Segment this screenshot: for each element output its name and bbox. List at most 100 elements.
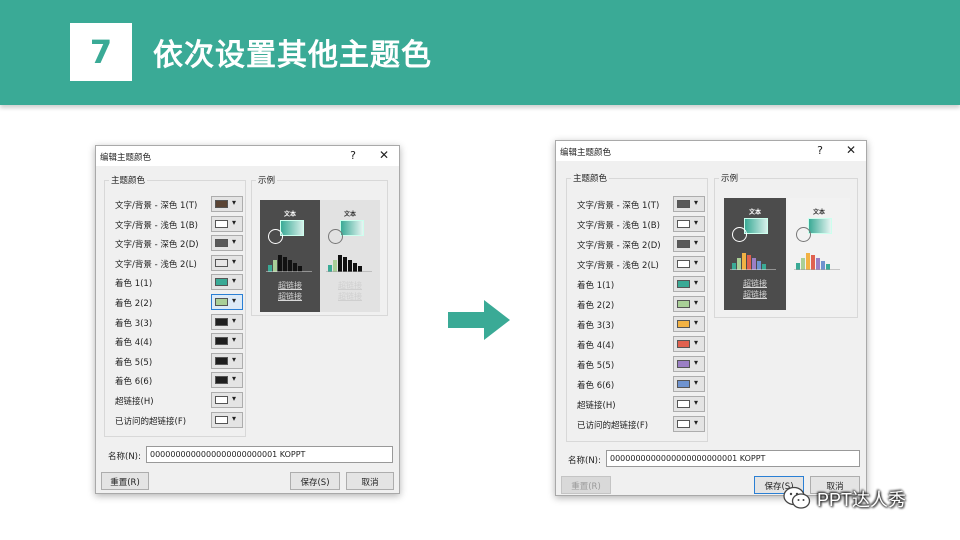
chevron-down-icon: ▾ [694,298,699,307]
color-swatch [677,400,690,408]
sample-bar [353,263,357,272]
color-picker-button[interactable]: ▾ [673,336,705,352]
chevron-down-icon: ▾ [232,394,237,403]
sample-text: 文本 [812,209,825,216]
dialog-title: 编辑主题颜色 [560,148,612,158]
color-picker-button[interactable]: ▾ [211,372,243,389]
chevron-down-icon: ▾ [232,413,237,423]
sample-bar [806,253,810,270]
chevron-down-icon: ▾ [232,354,237,364]
color-picker-button[interactable]: ▾ [211,313,243,330]
theme-color-row: 文字/背景 - 浅色 2(L) ▾ [577,256,705,272]
chevron-down-icon: ▾ [232,335,237,345]
sample-group-label: 示例 [258,176,276,186]
color-swatch [677,380,690,388]
chevron-down-icon: ▾ [694,378,699,387]
color-swatch [677,300,690,308]
color-picker-button[interactable]: ▾ [673,356,705,372]
theme-color-row: 超链接(H) ▾ [115,392,243,408]
theme-color-row: 着色 5(5) ▾ [577,356,705,372]
color-picker-button[interactable]: ▾ [673,256,705,272]
color-picker-button[interactable]: ▾ [673,316,705,332]
chevron-down-icon: ▾ [694,218,699,227]
theme-color-label: 已访问的超链接(F) [115,416,187,427]
name-label: 名称(N): [108,452,141,462]
reset-button[interactable]: 重置(R) [561,476,611,494]
theme-color-label: 着色 6(6) [577,381,615,391]
sample-visited-hyperlink: 超链接 [278,292,302,301]
theme-color-label: 着色 1(1) [115,279,153,290]
sample-bar [747,255,751,270]
color-picker-button[interactable]: ▾ [211,411,243,428]
color-picker-button[interactable]: ▾ [673,236,705,252]
sample-bar-chart [320,254,380,272]
color-swatch [677,240,690,248]
color-picker-button[interactable]: ▾ [211,352,243,369]
sample-bar [268,265,272,272]
chevron-down-icon: ▾ [694,198,699,207]
color-swatch [677,280,690,288]
theme-color-label: 着色 2(2) [115,299,153,309]
color-picker-button[interactable]: ▾ [673,216,705,232]
sample-preview-light: 文本 [788,198,850,310]
close-icon[interactable]: ✕ [379,148,389,162]
name-input[interactable]: 0000000000000000000000001 KOPPT [606,450,860,467]
sample-hyperlink: 超链接 [743,279,767,288]
color-picker-button[interactable]: ▾ [673,376,705,392]
save-button[interactable]: 保存(S) [290,472,340,490]
theme-color-label: 着色 6(6) [115,377,153,388]
sample-group: 示例 文本 超链接 超链接 文本 [714,172,858,318]
sample-shape [340,220,364,236]
color-picker-button[interactable]: ▾ [211,235,243,252]
theme-color-label: 文字/背景 - 深色 1(T) [115,201,198,211]
color-picker-button[interactable]: ▾ [211,196,243,212]
reset-button[interactable]: 重置(R) [101,472,149,490]
theme-color-row: 着色 5(5) ▾ [115,352,243,369]
help-button[interactable]: ? [350,149,356,162]
color-picker-button[interactable]: ▾ [211,333,243,350]
step-number: 7 [89,33,113,71]
theme-colors-group-label: 主题颜色 [573,174,608,184]
color-swatch [215,396,228,404]
close-icon[interactable]: ✕ [846,143,856,157]
color-picker-button[interactable]: ▾ [211,254,243,271]
sample-visited-hyperlink: 超链接 [338,292,362,301]
color-swatch [215,258,228,267]
color-swatch [215,337,228,346]
color-picker-button[interactable]: ▾ [211,274,243,291]
color-picker-button[interactable]: ▾ [211,392,243,408]
theme-color-label: 文字/背景 - 浅色 1(B) [577,221,660,231]
dialog-title: 编辑主题颜色 [100,153,152,163]
theme-color-row: 文字/背景 - 浅色 2(L) ▾ [115,254,243,271]
sample-bar-chart [724,252,786,270]
name-input[interactable]: 0000000000000000000000001 KOPPT [146,446,393,463]
watermark-text: PPT达人秀 [817,490,907,510]
cancel-button[interactable]: 取消 [346,472,394,490]
help-button[interactable]: ? [817,144,823,157]
color-picker-button[interactable]: ▾ [211,294,243,310]
sample-bar [742,253,746,270]
color-swatch [215,200,228,208]
color-picker-button[interactable]: ▾ [673,296,705,312]
theme-color-row: 超链接(H) ▾ [577,396,705,412]
sample-bar [293,263,297,272]
color-picker-button[interactable]: ▾ [673,196,705,212]
color-swatch [677,320,690,328]
color-picker-button[interactable]: ▾ [673,416,705,432]
color-picker-button[interactable]: ▾ [673,396,705,412]
sample-circle [796,227,811,242]
color-picker-button[interactable]: ▾ [211,215,243,232]
chevron-down-icon: ▾ [694,338,699,347]
theme-color-label: 着色 5(5) [115,357,153,368]
theme-color-label: 文字/背景 - 浅色 2(L) [577,261,659,271]
sample-preview-light: 文本 超链接 超链接 [320,200,380,312]
sample-shape [280,220,304,236]
sample-bar [796,263,800,270]
sample-bar [298,266,302,272]
theme-color-label: 文字/背景 - 深色 1(T) [577,201,660,211]
color-swatch [215,317,228,326]
chevron-down-icon: ▾ [232,296,237,305]
color-picker-button[interactable]: ▾ [673,276,705,292]
theme-colors-group-label: 主题颜色 [111,176,146,186]
chevron-down-icon: ▾ [232,276,237,286]
